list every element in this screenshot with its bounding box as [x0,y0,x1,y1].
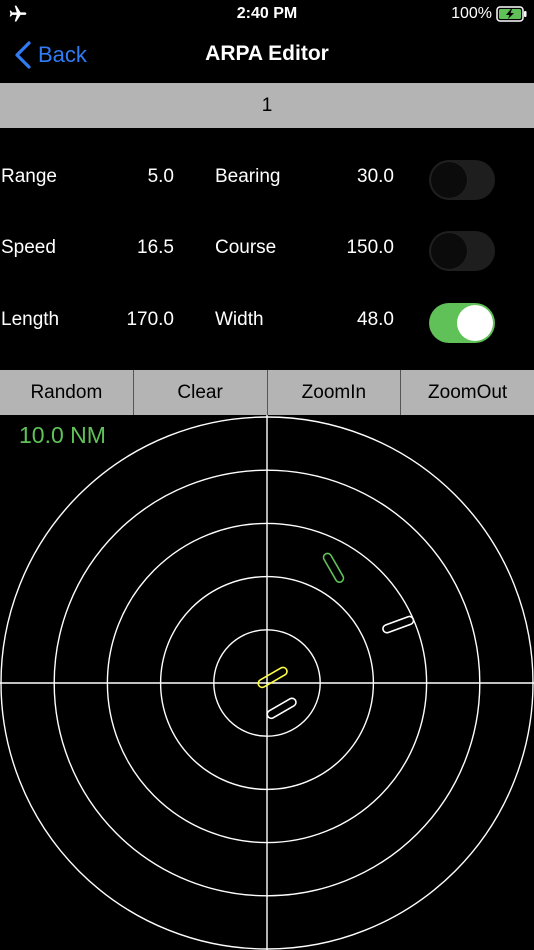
arpa-target [266,697,298,720]
action-button-bar: Random Clear ZoomIn ZoomOut [0,370,534,415]
range-bearing-toggle[interactable] [429,160,495,200]
arpa-target-outline[interactable] [322,552,345,584]
range-label: Range [1,166,57,187]
random-button[interactable]: Random [0,370,134,415]
arpa-target-outline[interactable] [382,615,415,634]
clear-button[interactable]: Clear [133,370,268,415]
width-label: Width [215,309,264,330]
param-row-speed-course: Speed 16.5 Course 150.0 [0,225,534,271]
length-width-toggle[interactable] [429,303,495,343]
param-row-range-bearing: Range 5.0 Bearing 30.0 [0,154,534,200]
arpa-target [257,666,289,689]
toggle-knob [431,233,467,269]
toggle-knob [431,162,467,198]
navigation-bar: Back ARPA Editor [0,28,534,82]
course-label: Course [215,237,277,258]
arpa-target-outline[interactable] [257,666,289,689]
param-row-length-width: Length 170.0 Width 48.0 [0,297,534,343]
zoom-out-button[interactable]: ZoomOut [401,370,534,415]
arpa-target [322,552,345,584]
course-value[interactable]: 150.0 [346,237,394,259]
speed-course-toggle[interactable] [429,231,495,271]
bearing-label: Bearing [215,166,281,187]
page-title: ARPA Editor [205,42,329,65]
status-bar: 2:40 PM 100% [0,0,534,28]
range-scale-label: 10.0 NM [19,422,106,448]
speed-value[interactable]: 16.5 [137,237,174,259]
length-value[interactable]: 170.0 [126,309,174,331]
battery-charging-icon [496,6,527,22]
width-value[interactable]: 48.0 [357,309,394,331]
radar-display[interactable] [0,415,534,950]
arpa-target-outline[interactable] [266,697,298,720]
bearing-value[interactable]: 30.0 [357,166,394,188]
zoom-in-button[interactable]: ZoomIn [267,370,402,415]
arpa-target [382,615,415,634]
target-selector[interactable]: 1 [0,83,534,128]
range-value[interactable]: 5.0 [148,166,174,188]
battery-percent: 100% [451,5,492,22]
toggle-knob [457,305,493,341]
speed-label: Speed [1,237,56,258]
length-label: Length [1,309,60,330]
